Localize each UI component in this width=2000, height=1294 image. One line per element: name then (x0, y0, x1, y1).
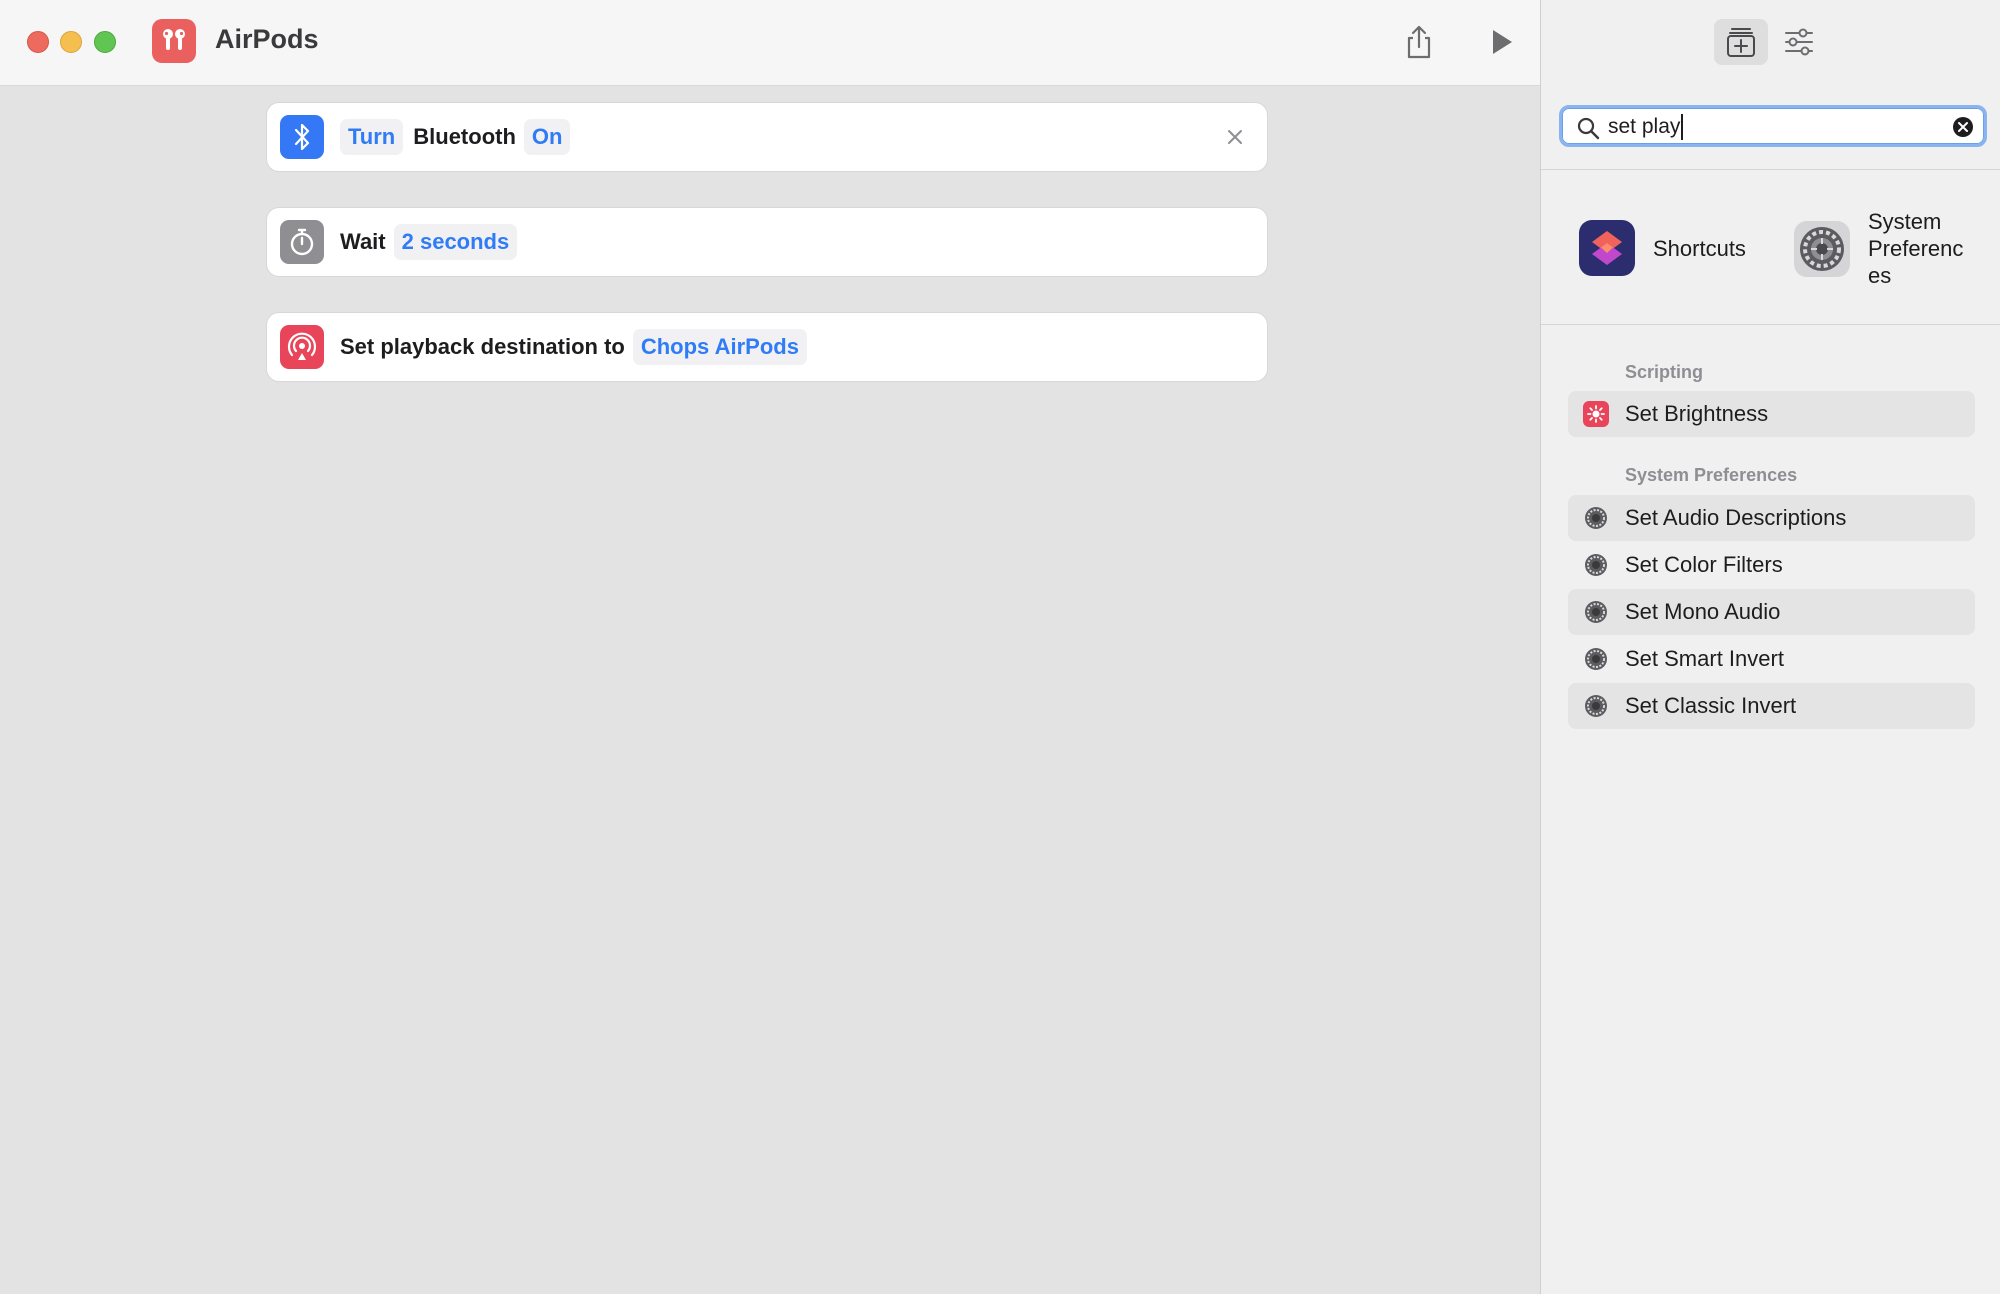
app-label: System Preferenc es (1868, 209, 1964, 288)
turn-parameter[interactable]: Turn (340, 119, 404, 155)
close-window-button[interactable] (27, 31, 49, 53)
clear-search-icon[interactable] (1952, 116, 1974, 138)
shortcut-editor: AirPods Turn Bluetooth On Wait 2 seconds… (0, 0, 1540, 1294)
app-shortcuts[interactable]: Shortcuts (1579, 220, 1746, 276)
action-label: Wait (340, 229, 386, 254)
shortcut-details-button[interactable] (1772, 19, 1826, 65)
system-preferences-icon (1583, 599, 1609, 625)
search-query-text: set play (1608, 115, 1681, 138)
action-item-label: Set Brightness (1625, 401, 1769, 426)
divider (1541, 324, 2000, 325)
action-item-set-classic-invert[interactable]: Set Classic Invert (1568, 683, 1975, 729)
action-set-playback-destination[interactable]: Set playback destination to Chops AirPod… (267, 313, 1267, 381)
shortcuts-app-icon (1579, 220, 1635, 276)
action-search-field[interactable]: set play (1559, 105, 1987, 147)
share-icon (1407, 25, 1431, 59)
brightness-icon (1583, 401, 1609, 427)
play-icon (1493, 30, 1512, 54)
airpods-icon (152, 19, 196, 63)
bluetooth-icon (280, 115, 324, 159)
action-turn-bluetooth[interactable]: Turn Bluetooth On (267, 103, 1267, 171)
search-input[interactable]: set play (1608, 114, 1684, 140)
action-item-set-color-filters[interactable]: Set Color Filters (1568, 542, 1975, 588)
state-parameter[interactable]: On (523, 119, 571, 155)
action-item-label: Set Classic Invert (1625, 693, 1797, 718)
action-label: Set playback destination to (340, 334, 625, 359)
sidebar-toolbar (1541, 0, 2000, 86)
airplay-audio-icon (280, 325, 324, 369)
section-heading-system-preferences: System Preferences (1625, 465, 1798, 485)
title-bar: AirPods (0, 0, 1540, 86)
action-item-set-audio-descriptions[interactable]: Set Audio Descriptions (1568, 495, 1975, 541)
action-item-label: Set Mono Audio (1625, 599, 1781, 624)
shortcut-title[interactable]: AirPods (215, 24, 319, 55)
remove-action-button[interactable] (1221, 123, 1249, 151)
action-item-set-brightness[interactable]: Set Brightness (1568, 391, 1975, 437)
share-button[interactable] (1397, 20, 1441, 64)
destination-parameter[interactable]: Chops AirPods (632, 329, 807, 365)
section-heading-scripting: Scripting (1625, 362, 1704, 382)
duration-parameter[interactable]: 2 seconds (393, 224, 518, 260)
system-preferences-icon (1583, 552, 1609, 578)
action-library-sidebar: set play Shortcuts System Preferenc es S… (1540, 0, 2000, 1294)
action-library-button[interactable] (1714, 19, 1768, 65)
action-label: Bluetooth (413, 124, 516, 149)
action-item-label: Set Audio Descriptions (1625, 505, 1847, 530)
sliders-icon (1785, 28, 1813, 56)
system-preferences-icon (1583, 646, 1609, 672)
app-system-preferences[interactable]: System Preferenc es (1794, 208, 1963, 289)
action-item-set-smart-invert[interactable]: Set Smart Invert (1568, 636, 1975, 682)
minimize-window-button[interactable] (60, 31, 82, 53)
zoom-window-button[interactable] (94, 31, 116, 53)
system-preferences-icon (1583, 505, 1609, 531)
action-item-label: Set Color Filters (1625, 552, 1783, 577)
system-preferences-icon (1583, 693, 1609, 719)
action-item-set-mono-audio[interactable]: Set Mono Audio (1568, 589, 1975, 635)
divider (1541, 169, 2000, 170)
close-icon (1228, 130, 1242, 144)
system-preferences-app-icon (1794, 220, 1850, 277)
action-wait[interactable]: Wait 2 seconds (267, 208, 1267, 276)
run-button[interactable] (1480, 20, 1524, 64)
text-cursor (1681, 114, 1684, 140)
search-icon (1577, 117, 1600, 140)
app-label: Shortcuts (1653, 235, 1746, 261)
timer-icon (280, 220, 324, 264)
action-item-label: Set Smart Invert (1625, 646, 1784, 671)
library-add-icon (1727, 28, 1755, 57)
shortcuts-window: AirPods Turn Bluetooth On Wait 2 seconds… (0, 0, 2000, 1294)
